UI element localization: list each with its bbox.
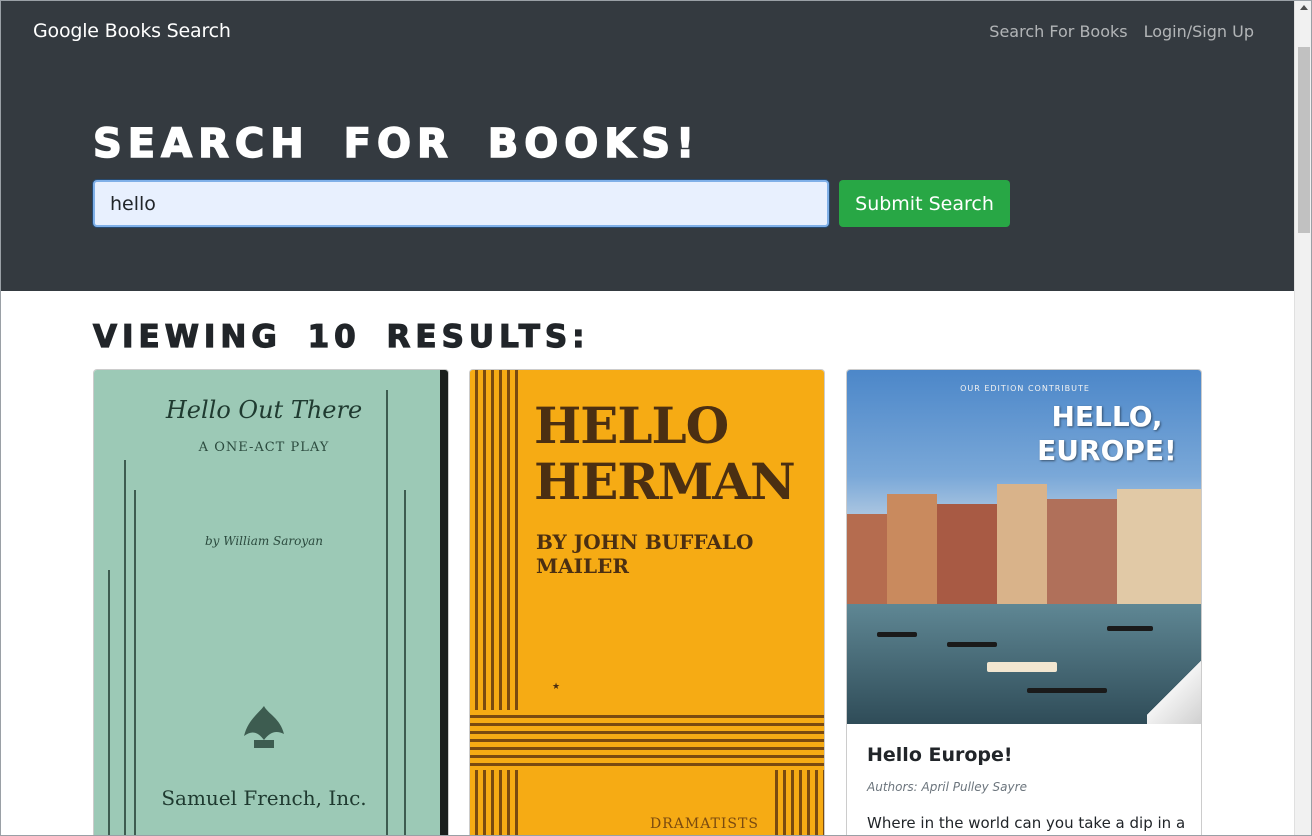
- cover-title: HELLO HERMAN: [534, 396, 796, 511]
- card-body: Hello Europe! Authors: April Pulley Sayr…: [847, 724, 1201, 835]
- page-title: Search for Books!: [92, 120, 701, 168]
- cover-title: HELLO, EUROPE!: [1017, 400, 1197, 468]
- cover-ornament: ★: [552, 682, 561, 692]
- cover-byline: by William Saroyan: [204, 534, 324, 548]
- cover-title-line-1: HELLO,: [1051, 400, 1163, 433]
- navbar: Google Books Search Search For Books Log…: [1, 1, 1294, 61]
- cover-publisher: DRAMATISTS: [650, 816, 759, 832]
- submit-search-button[interactable]: Submit Search: [839, 180, 1010, 227]
- book-card: Hello Out There A ONE-ACT PLAY by Willia…: [93, 369, 449, 835]
- nav-link-login-signup[interactable]: Login/Sign Up: [1144, 22, 1254, 41]
- book-cover-image: Hello Out There A ONE-ACT PLAY by Willia…: [94, 370, 448, 835]
- cover-subtitle: A ONE-ACT PLAY: [198, 440, 330, 455]
- book-description: Where in the world can you take a dip in…: [867, 814, 1186, 832]
- cover-title-line-2: HERMAN: [534, 452, 796, 511]
- book-authors: Authors: April Pulley Sayre: [867, 780, 1027, 794]
- cover-title-line-2: EUROPE!: [1037, 434, 1177, 467]
- nav-link-search-for-books[interactable]: Search For Books: [989, 22, 1127, 41]
- cover-byline: BY JOHN BUFFALO MAILER: [536, 530, 754, 578]
- results-heading: Viewing 10 results:: [92, 318, 590, 355]
- cover-edition: OUR EDITION CONTRIBUTE: [960, 384, 1090, 393]
- cover-publisher: Samuel French, Inc.: [161, 786, 367, 810]
- book-card: OUR EDITION CONTRIBUTE HELLO, EUROPE! He…: [846, 369, 1202, 835]
- cover-title: Hello Out There: [165, 396, 363, 424]
- vertical-scrollbar[interactable]: [1294, 1, 1311, 835]
- lion-emblem-icon: [244, 706, 284, 748]
- cover-title-line-1: HELLO: [534, 396, 729, 455]
- scrollbar-thumb[interactable]: [1298, 47, 1310, 233]
- search-hero: Search for Books! Submit Search: [1, 61, 1294, 291]
- browser-viewport: Google Books Search Search For Books Log…: [0, 0, 1312, 836]
- scroll-up-arrow-icon[interactable]: [1300, 5, 1308, 10]
- book-title: Hello Europe!: [867, 744, 1013, 766]
- nav-links: Search For Books Login/Sign Up: [989, 22, 1254, 41]
- page-curl-icon: [1147, 652, 1201, 724]
- brand-link[interactable]: Google Books Search: [33, 20, 231, 42]
- book-card: HELLO HERMAN BY JOHN BUFFALO MAILER ★ DR…: [469, 369, 825, 835]
- book-cover-image: HELLO HERMAN BY JOHN BUFFALO MAILER ★ DR…: [470, 370, 824, 835]
- search-input[interactable]: [93, 180, 829, 227]
- book-cover-image: OUR EDITION CONTRIBUTE HELLO, EUROPE!: [847, 370, 1201, 724]
